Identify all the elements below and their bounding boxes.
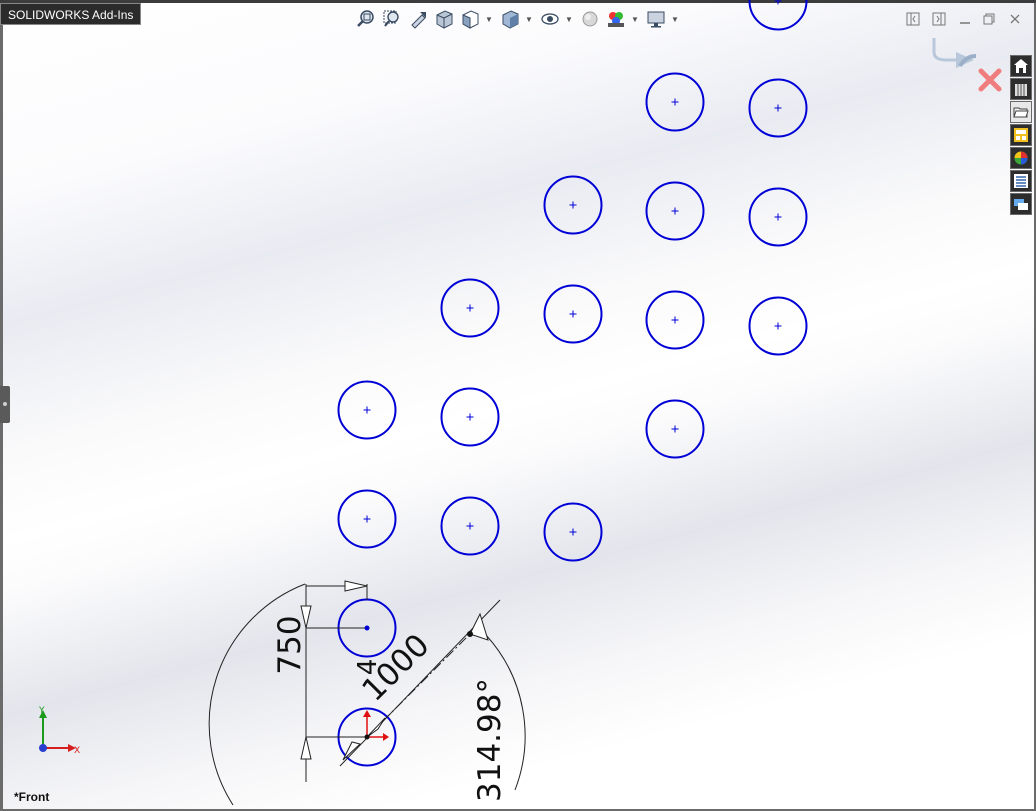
triad-y-label: Y bbox=[38, 706, 45, 716]
pattern-circle[interactable] bbox=[645, 181, 705, 241]
pattern-circle[interactable] bbox=[543, 502, 603, 562]
view-orientation-label: *Front bbox=[14, 790, 50, 804]
pattern-circle[interactable] bbox=[748, 187, 808, 247]
pattern-circle[interactable] bbox=[543, 284, 603, 344]
pattern-circle[interactable] bbox=[748, 296, 808, 356]
pattern-circle[interactable] bbox=[748, 0, 808, 31]
pattern-circle[interactable] bbox=[337, 380, 397, 440]
pattern-circle[interactable] bbox=[440, 387, 500, 447]
pattern-circle[interactable] bbox=[645, 72, 705, 132]
pattern-circle[interactable] bbox=[543, 175, 603, 235]
pattern-circle[interactable] bbox=[440, 496, 500, 556]
pattern-circle[interactable] bbox=[337, 489, 397, 549]
pattern-circle[interactable] bbox=[645, 290, 705, 350]
sketch-geometry: 750 4 1000 314.98° bbox=[208, 0, 808, 806]
dimension-750-text[interactable]: 750 bbox=[272, 615, 308, 674]
pattern-circle[interactable] bbox=[748, 78, 808, 138]
pattern-circle[interactable] bbox=[440, 278, 500, 338]
triad-x-label: X bbox=[74, 746, 80, 756]
dimension-angle-text[interactable]: 314.98° bbox=[472, 678, 508, 802]
pattern-circle[interactable] bbox=[645, 399, 705, 459]
reference-triad: Y X bbox=[38, 706, 80, 756]
